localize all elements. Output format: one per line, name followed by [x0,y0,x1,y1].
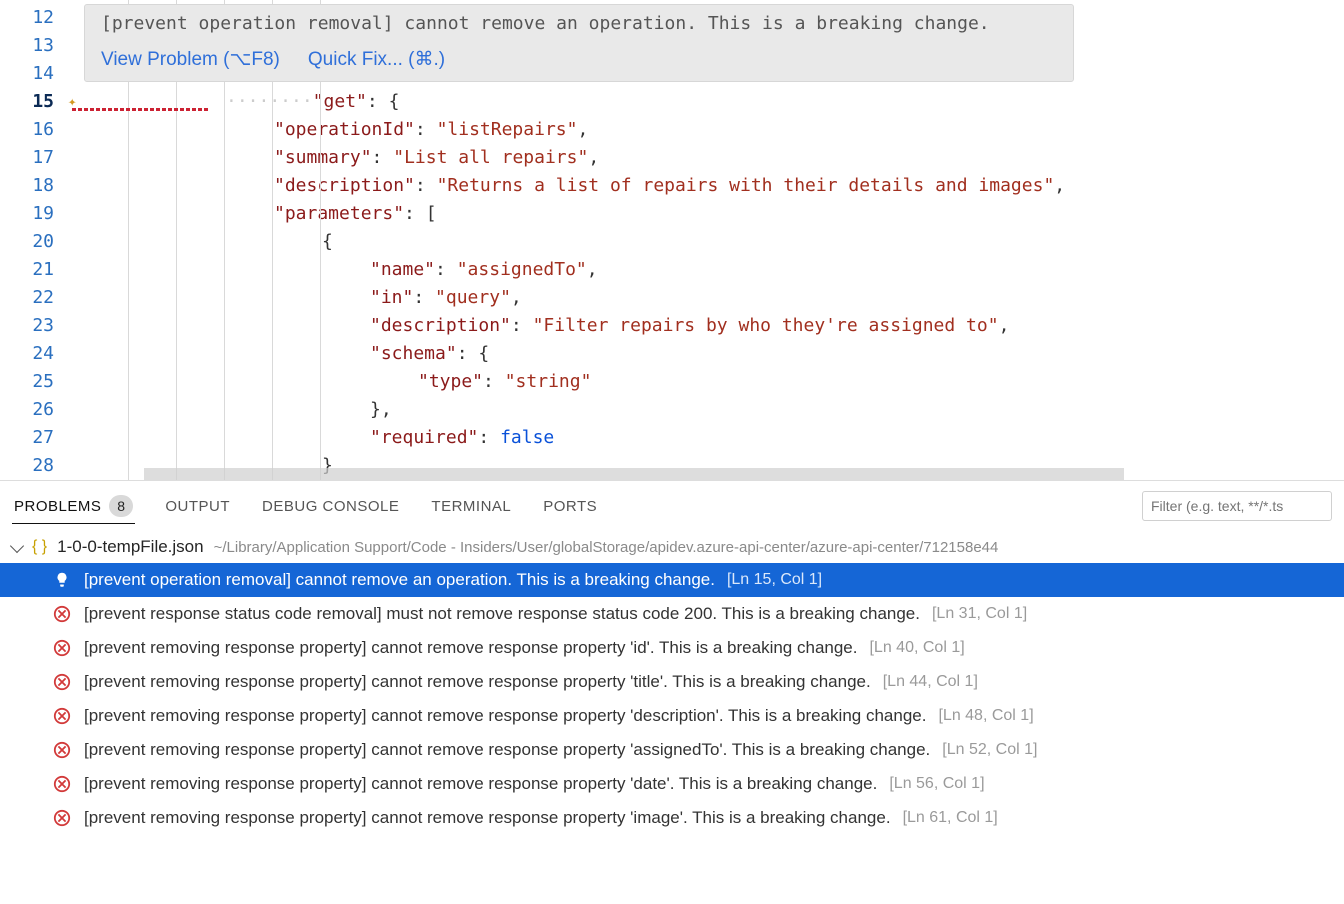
problem-row[interactable]: [prevent removing response property] can… [0,767,1344,801]
problem-location: [Ln 15, Col 1] [727,571,822,589]
file-path: ~/Library/Application Support/Code - Ins… [214,539,999,556]
diagnostic-message: [prevent operation removal] cannot remov… [85,5,1073,42]
code-line[interactable]: "operationId": "listRepairs", [72,116,1344,144]
error-icon [52,638,72,658]
code-line[interactable]: { [72,228,1344,256]
problem-row[interactable]: [prevent removing response property] can… [0,631,1344,665]
problem-location: [Ln 40, Col 1] [869,639,964,657]
error-icon [52,604,72,624]
problem-row[interactable]: [prevent response status code removal] m… [0,597,1344,631]
line-number: 24 [0,340,72,368]
problem-location: [Ln 61, Col 1] [903,809,998,827]
line-number: 12 [0,4,72,32]
code-line[interactable]: }, [72,396,1344,424]
problem-message: [prevent removing response property] can… [84,638,857,658]
line-number: 15 [0,88,72,116]
panel-tab-ports[interactable]: PORTS [541,492,599,521]
code-line[interactable]: "parameters": [ [72,200,1344,228]
line-number: 22 [0,284,72,312]
code-line[interactable]: "summary": "List all repairs", [72,144,1344,172]
panel-tabs: PROBLEMS8 OUTPUT DEBUG CONSOLE TERMINAL PORT… [0,481,1344,531]
problems-filter-input[interactable] [1142,491,1332,521]
error-icon [52,672,72,692]
problems-file-header[interactable]: { } 1-0-0-tempFile.json ~/Library/Applicat… [0,531,1344,563]
panel-tab-terminal[interactable]: TERMINAL [429,492,513,521]
line-number-gutter: 1213141516171819202122232425262728 [0,0,72,480]
problem-row[interactable]: [prevent removing response property] can… [0,665,1344,699]
problem-location: [Ln 56, Col 1] [889,775,984,793]
horizontal-scrollbar[interactable] [144,468,1124,480]
code-line[interactable]: "type": "string" [72,368,1344,396]
code-line[interactable]: "description": "Returns a list of repair… [72,172,1344,200]
problem-row[interactable]: [prevent removing response property] can… [0,801,1344,835]
chevron-down-icon [10,539,24,553]
line-number: 21 [0,256,72,284]
view-problem-link[interactable]: View Problem (⌥F8) [101,48,280,71]
line-number: 20 [0,228,72,256]
problem-row[interactable]: [prevent operation removal] cannot remov… [0,563,1344,597]
problems-list[interactable]: { } 1-0-0-tempFile.json ~/Library/Applicat… [0,531,1344,904]
problem-location: [Ln 44, Col 1] [883,673,978,691]
error-icon [52,774,72,794]
code-line[interactable]: "description": "Filter repairs by who th… [72,312,1344,340]
quick-fix-link[interactable]: Quick Fix... (⌘.) [308,48,445,71]
line-number: 13 [0,32,72,60]
problem-message: [prevent operation removal] cannot remov… [84,570,715,590]
problem-message: [prevent removing response property] can… [84,808,891,828]
panel-tab-output[interactable]: OUTPUT [163,492,232,521]
error-icon [52,740,72,760]
code-line[interactable]: "in": "query", [72,284,1344,312]
file-name: 1-0-0-tempFile.json [57,537,203,557]
panel-tab-problems[interactable]: PROBLEMS8 [12,489,135,524]
error-squiggle [72,108,208,111]
diagnostic-hover: [prevent operation removal] cannot remov… [84,4,1074,82]
code-editor[interactable]: 1213141516171819202122232425262728 ✦ } ·… [0,0,1344,480]
error-icon [52,706,72,726]
problem-message: [prevent removing response property] can… [84,706,926,726]
line-number: 26 [0,396,72,424]
code-line[interactable]: "name": "assignedTo", [72,256,1344,284]
line-number: 25 [0,368,72,396]
problem-row[interactable]: [prevent removing response property] can… [0,699,1344,733]
problem-message: [prevent removing response property] can… [84,740,930,760]
problem-message: [prevent removing response property] can… [84,672,871,692]
problem-message: [prevent removing response property] can… [84,774,877,794]
line-number: 18 [0,172,72,200]
line-number: 23 [0,312,72,340]
panel-tab-debug-console[interactable]: DEBUG CONSOLE [260,492,401,521]
line-number: 19 [0,200,72,228]
bottom-panel: PROBLEMS8 OUTPUT DEBUG CONSOLE TERMINAL PORT… [0,480,1344,904]
line-number: 16 [0,116,72,144]
problem-location: [Ln 48, Col 1] [938,707,1033,725]
code-line[interactable]: "schema": { [72,340,1344,368]
sparkle-icon: ✦ [68,88,86,104]
problems-count-badge: 8 [109,495,133,517]
lightbulb-icon [52,570,72,590]
error-icon [52,808,72,828]
json-file-icon: { } [32,538,47,556]
line-number: 27 [0,424,72,452]
line-number: 28 [0,452,72,480]
problem-location: [Ln 52, Col 1] [942,741,1037,759]
problem-message: [prevent response status code removal] m… [84,604,920,624]
problem-row[interactable]: [prevent removing response property] can… [0,733,1344,767]
line-number: 17 [0,144,72,172]
problem-location: [Ln 31, Col 1] [932,605,1027,623]
code-line[interactable]: "required": false [72,424,1344,452]
code-line[interactable]: ········"get": { [72,88,1344,116]
line-number: 14 [0,60,72,88]
